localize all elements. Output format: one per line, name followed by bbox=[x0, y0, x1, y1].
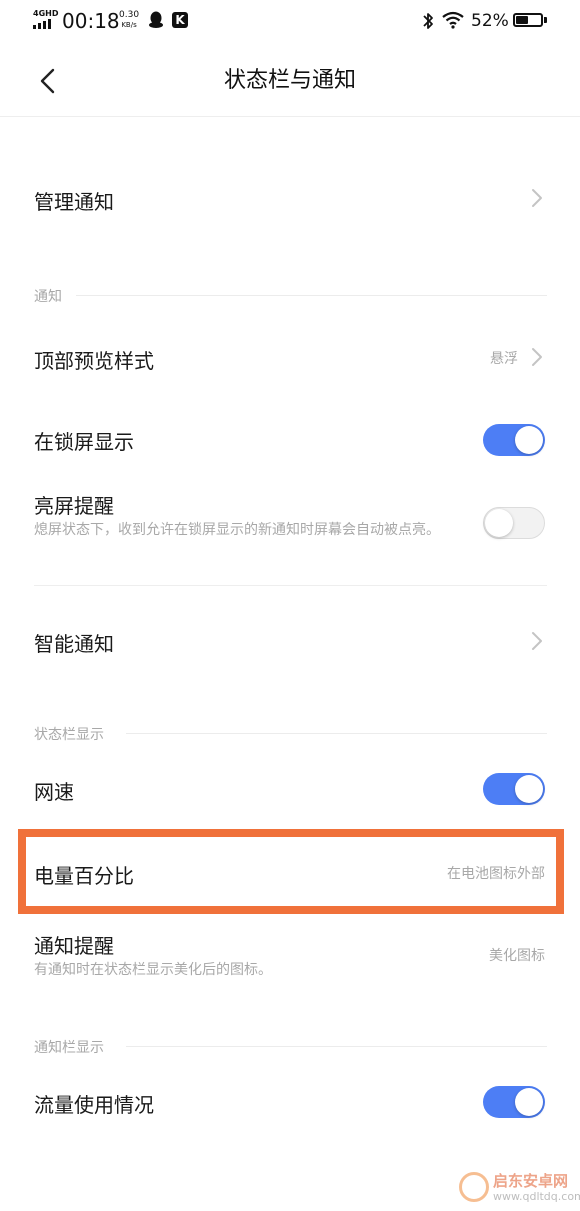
section-divider bbox=[126, 733, 547, 734]
toggle-knob bbox=[515, 775, 543, 803]
k-app-icon: K bbox=[172, 12, 188, 28]
notification-reminder-label: 通知提醒 bbox=[34, 934, 114, 958]
toggle-knob bbox=[515, 1088, 543, 1116]
data-usage-toggle[interactable] bbox=[483, 1086, 545, 1118]
smart-notification-label: 智能通知 bbox=[34, 632, 114, 656]
toggle-knob bbox=[485, 509, 513, 537]
watermark-brand: 启东安卓网 bbox=[493, 1172, 569, 1190]
bluetooth-icon bbox=[423, 13, 433, 29]
network-speed-toggle[interactable] bbox=[483, 773, 545, 805]
section-notifbar: 通知栏显示 bbox=[34, 1040, 104, 1056]
qq-penguin-icon bbox=[149, 11, 163, 28]
status-time: 00:18 bbox=[62, 9, 120, 33]
section-divider bbox=[126, 1046, 547, 1047]
speed-unit: KB/s bbox=[121, 21, 137, 29]
wifi-icon bbox=[442, 11, 464, 29]
speed-value: 0.30 bbox=[119, 10, 140, 20]
toggle-knob bbox=[515, 426, 543, 454]
page-title: 状态栏与通知 bbox=[223, 68, 356, 93]
highlight-box bbox=[18, 829, 564, 914]
signal-icon bbox=[33, 19, 51, 29]
chevron-right-icon bbox=[532, 348, 542, 366]
row-divider bbox=[34, 585, 547, 586]
battery-icon bbox=[513, 13, 543, 27]
watermark: 启东安卓网 www.qdltdq.com bbox=[459, 1168, 580, 1208]
battery-tip bbox=[544, 17, 547, 23]
chevron-right-icon bbox=[532, 189, 542, 207]
watermark-logo-icon bbox=[459, 1172, 489, 1202]
network-speed: 0.30 KB/s bbox=[119, 10, 139, 30]
battery-fill bbox=[516, 16, 528, 24]
preview-style-value: 悬浮 bbox=[490, 351, 518, 367]
section-statusbar: 状态栏显示 bbox=[34, 727, 104, 743]
lockscreen-toggle[interactable] bbox=[483, 424, 545, 456]
section-divider bbox=[76, 295, 547, 296]
preview-style-label: 顶部预览样式 bbox=[34, 349, 154, 373]
wake-reminder-label: 亮屏提醒 bbox=[34, 494, 114, 518]
notification-reminder-value: 美化图标 bbox=[489, 948, 545, 964]
status-bar: 4GHD 00:18 0.30 KB/s K 52% bbox=[0, 0, 580, 42]
network-speed-label: 网速 bbox=[34, 780, 74, 804]
battery-percent: 52% bbox=[471, 11, 509, 31]
chevron-right-icon bbox=[532, 632, 542, 650]
watermark-url: www.qdltdq.com bbox=[493, 1190, 580, 1203]
lockscreen-label: 在锁屏显示 bbox=[34, 430, 134, 454]
header-divider bbox=[0, 116, 580, 117]
manage-notifications-label: 管理通知 bbox=[34, 190, 114, 214]
wake-reminder-toggle[interactable] bbox=[483, 507, 545, 539]
wake-reminder-desc: 熄屏状态下，收到允许在锁屏显示的新通知时屏幕会自动被点亮。 bbox=[34, 522, 440, 538]
network-type: 4GHD bbox=[33, 9, 59, 18]
section-notification: 通知 bbox=[34, 289, 62, 305]
data-usage-label: 流量使用情况 bbox=[34, 1093, 154, 1117]
notification-reminder-desc: 有通知时在状态栏显示美化后的图标。 bbox=[34, 962, 272, 978]
